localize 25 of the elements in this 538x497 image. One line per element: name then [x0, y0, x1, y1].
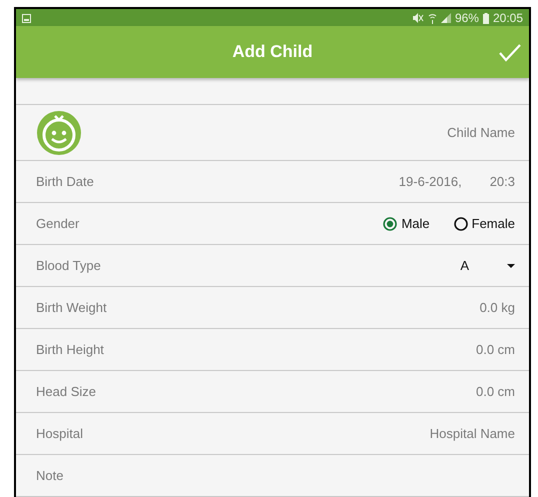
radio-icon	[383, 216, 398, 230]
field-label: Note	[36, 466, 64, 485]
radio-option[interactable]: Male	[383, 214, 430, 234]
field-label: Gender	[36, 214, 80, 233]
field-label: Birth Height	[36, 340, 104, 359]
time-value[interactable]: 20:3	[490, 172, 515, 192]
baby-face-icon	[36, 110, 82, 156]
field-label: Head Size	[36, 382, 96, 401]
caret-icon	[507, 264, 515, 268]
radio-icon	[454, 216, 468, 230]
field-label: Birth Weight	[36, 298, 107, 317]
input-field[interactable]: 0.0 cm	[315, 340, 515, 360]
field-label: Blood Type	[36, 256, 101, 275]
radio-option[interactable]: Female	[454, 214, 515, 234]
date-value[interactable]: 19-6-2016,	[398, 172, 462, 192]
input-field[interactable]: 0.0 kg	[315, 298, 515, 318]
input-field[interactable]: 0.0 cm	[315, 382, 515, 402]
input-field[interactable]: Hospital Name	[315, 424, 515, 444]
clock: 20:05	[492, 10, 523, 26]
field-label: Hospital	[36, 424, 83, 443]
name-field[interactable]: Child Name	[315, 122, 515, 142]
battery-level: 96%	[454, 10, 479, 26]
screen-title: Add Child	[232, 41, 313, 64]
field-label: Birth Date	[36, 172, 94, 191]
dropdown[interactable]: A	[460, 256, 515, 276]
